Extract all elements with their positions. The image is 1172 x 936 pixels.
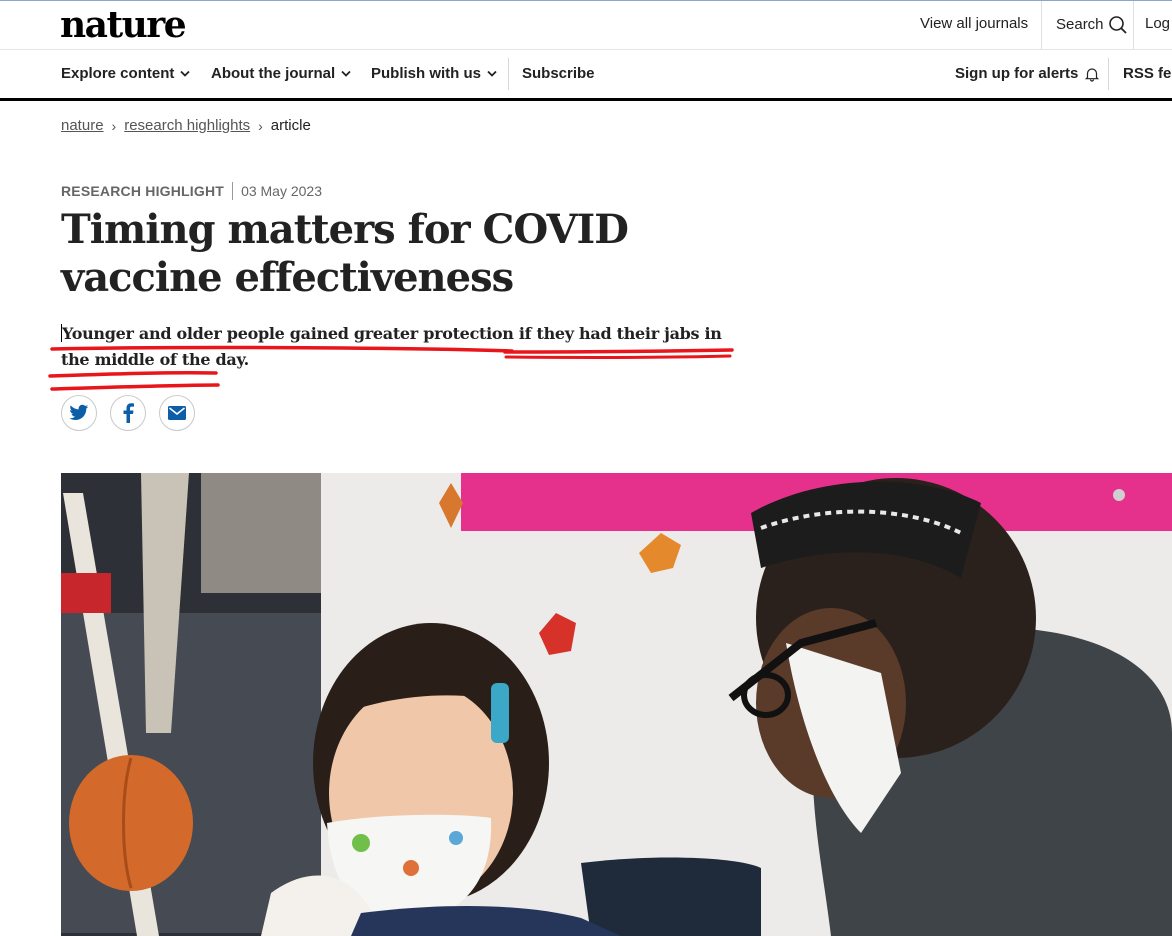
nav-subscribe[interactable]: Subscribe: [522, 50, 595, 98]
bell-icon: [1085, 68, 1100, 82]
article-meta: RESEARCH HIGHLIGHT 03 May 2023: [61, 182, 322, 200]
header-divider: [1041, 1, 1042, 49]
nav-about-journal[interactable]: About the journal: [211, 50, 351, 98]
chevron-down-icon: [341, 70, 351, 77]
share-email-button[interactable]: [159, 395, 195, 431]
chevron-down-icon: [487, 70, 497, 77]
view-all-journals-link[interactable]: View all journals: [920, 1, 1028, 49]
alerts-label: Sign up for alerts: [955, 65, 1079, 82]
chevron-right-icon: ›: [258, 117, 263, 134]
site-header: nature View all journals Search Log: [0, 1, 1172, 50]
twitter-icon: [69, 404, 89, 420]
search-button[interactable]: Search: [1056, 1, 1128, 49]
nav-publish-with-us[interactable]: Publish with us: [371, 50, 497, 98]
email-icon: [168, 406, 186, 420]
chevron-down-icon: [180, 70, 190, 77]
nav-explore-label: Explore content: [61, 65, 175, 82]
article-standfirst-wrap: Younger and older people gained greater …: [61, 321, 741, 373]
facebook-icon: [123, 403, 134, 423]
breadcrumb: nature › research highlights › article: [61, 117, 311, 134]
meta-divider: [232, 182, 234, 200]
login-link[interactable]: Log: [1145, 1, 1170, 49]
article-date: 03 May 2023: [241, 183, 323, 199]
nav-publish-label: Publish with us: [371, 65, 482, 82]
article-hero-image: [61, 473, 1172, 936]
breadcrumb-research-highlights[interactable]: research highlights: [124, 117, 250, 134]
rss-feed-link[interactable]: RSS fee: [1123, 50, 1172, 98]
main-nav: Explore content About the journal Publis…: [0, 50, 1172, 101]
article-type: RESEARCH HIGHLIGHT: [61, 183, 225, 199]
nav-about-label: About the journal: [211, 65, 336, 82]
article-standfirst: Younger and older people gained greater …: [61, 324, 722, 369]
breadcrumb-nature[interactable]: nature: [61, 117, 104, 134]
nav-divider: [1108, 58, 1109, 90]
nav-divider: [508, 58, 509, 90]
nav-explore-content[interactable]: Explore content: [61, 50, 190, 98]
nature-logo[interactable]: nature: [60, 5, 187, 45]
search-icon: [1108, 16, 1127, 34]
share-facebook-button[interactable]: [110, 395, 146, 431]
sign-up-alerts-button[interactable]: Sign up for alerts: [955, 50, 1100, 98]
header-divider: [1133, 1, 1134, 49]
chevron-right-icon: ›: [111, 117, 117, 134]
hero-photo-illustration: [61, 473, 1172, 936]
article-title: Timing matters for COVID vaccine effecti…: [61, 206, 629, 301]
share-twitter-button[interactable]: [61, 395, 97, 431]
breadcrumb-article: article: [270, 117, 311, 134]
search-label: Search: [1056, 16, 1104, 33]
